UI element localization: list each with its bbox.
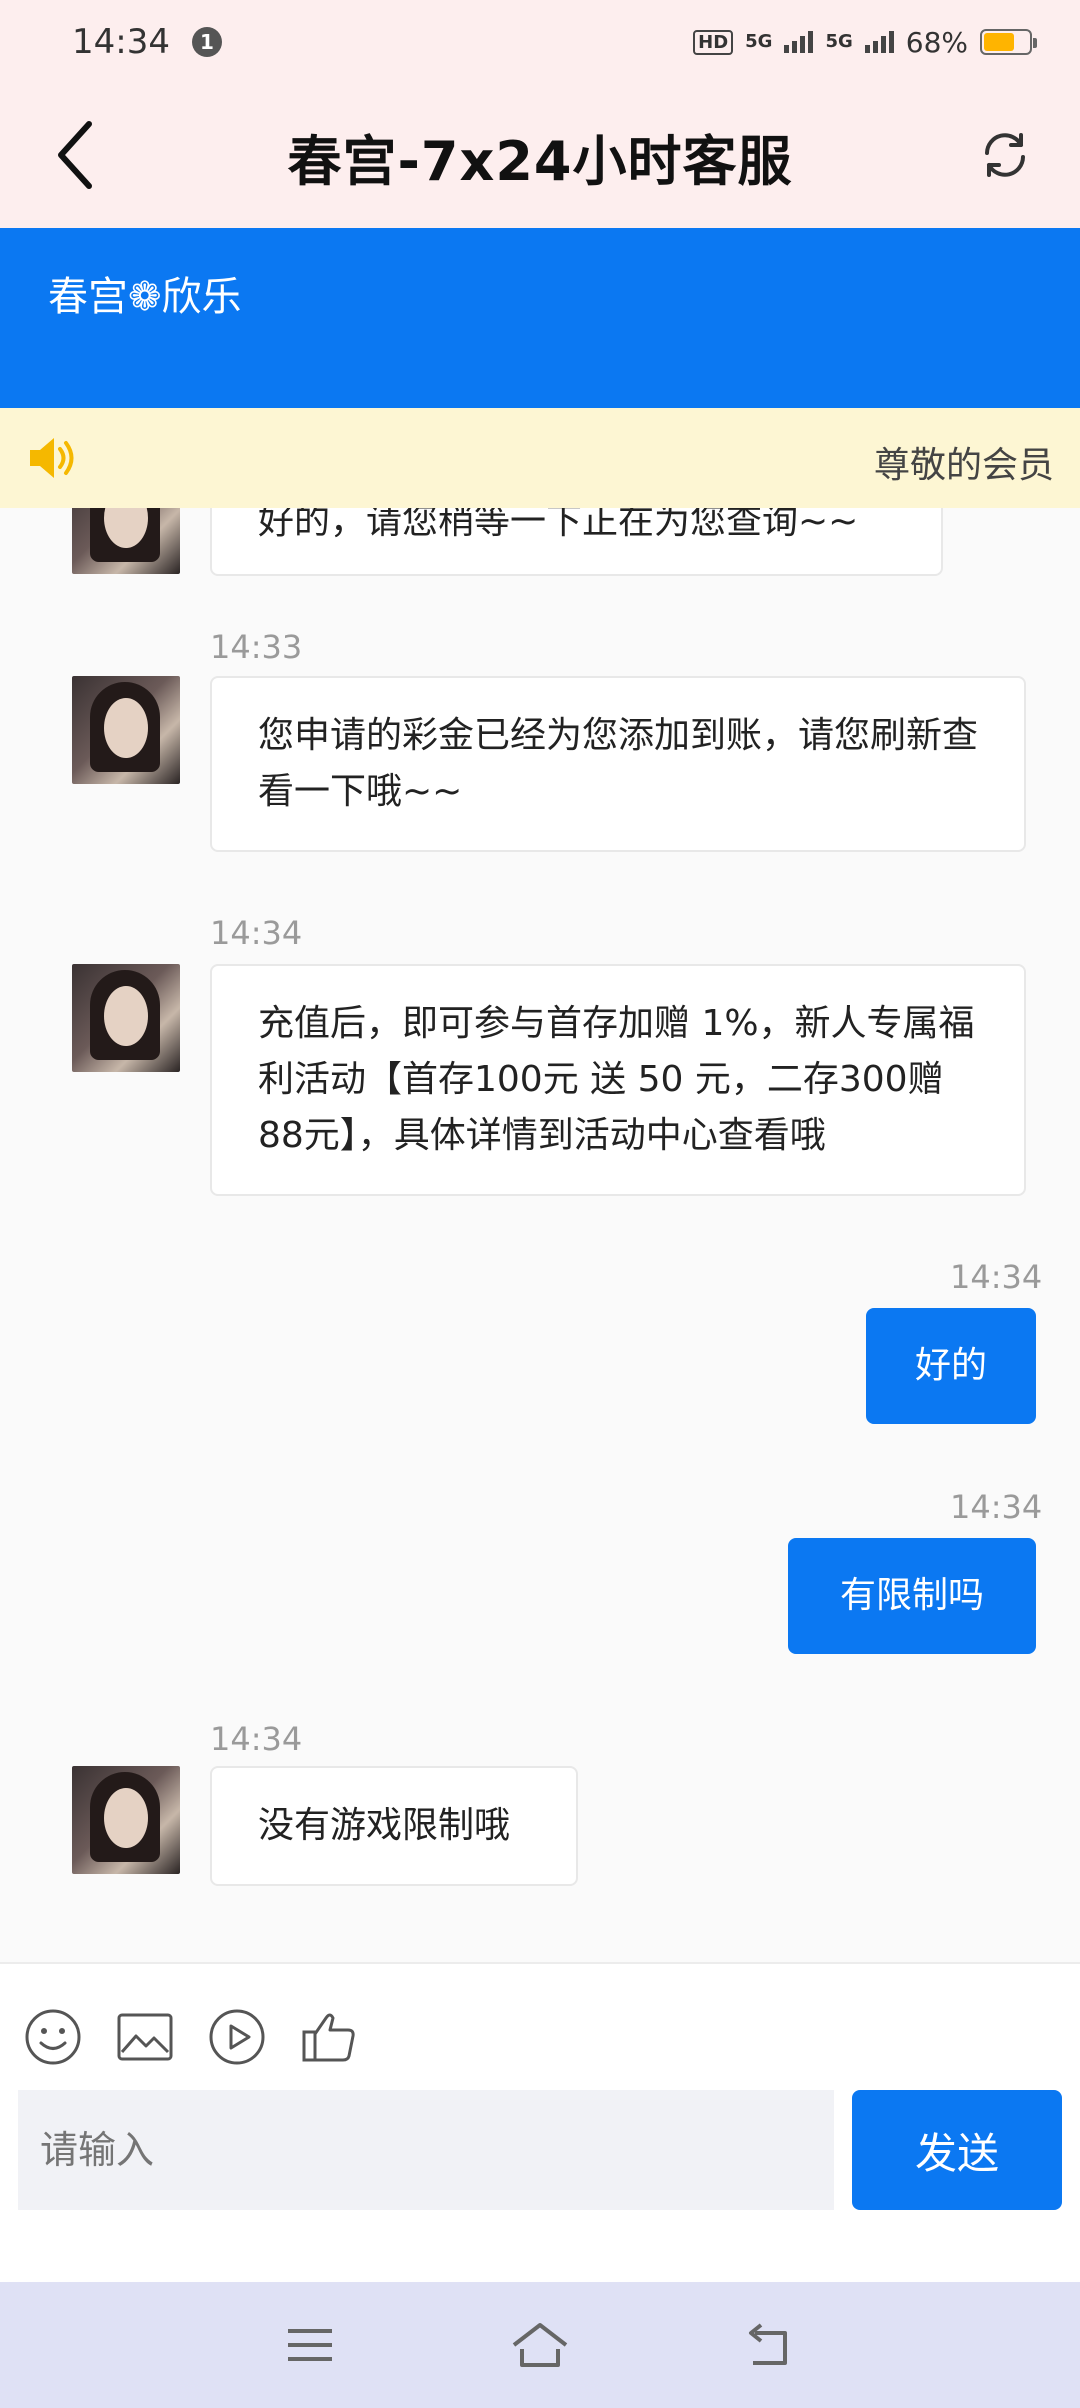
message-time: 14:34 (950, 1258, 1043, 1296)
signal-icon (784, 31, 814, 53)
message-time: 14:34 (950, 1488, 1043, 1526)
signal-icon-2 (864, 31, 894, 53)
message-bubble: 充值后，即可参与首存加赠 1%，新人专属福利活动【首存100元 送 50 元，二… (210, 964, 1026, 1196)
battery-percent: 68% (905, 25, 968, 59)
play-icon[interactable] (208, 2008, 266, 2066)
message-time: 14:34 (210, 1720, 303, 1758)
system-nav-bar (0, 2282, 1080, 2408)
message-bubble: 好的，请您稍等一下正在为您查询~~ (210, 508, 943, 576)
message-list[interactable]: 好的，请您稍等一下正在为您查询~~ 14:33 您申请的彩金已经为您添加到账，请… (0, 508, 1080, 1962)
page-title: 春宫-7x24小时客服 (287, 129, 793, 193)
notification-badge: 1 (191, 27, 222, 57)
chat-screen: 14:34 1 HD 5G 5G 68% 春宫-7x24小时客服 春宫❁欣乐 尊… (0, 0, 1080, 2408)
agent-avatar[interactable] (72, 508, 180, 574)
status-time: 14:34 (72, 22, 170, 62)
menu-icon[interactable] (280, 2315, 340, 2375)
notice-bar[interactable]: 尊敬的会员 (0, 408, 1080, 508)
network-5g-label-2: 5G (825, 31, 853, 52)
message-time: 14:34 (210, 914, 303, 952)
smiley-icon[interactable] (24, 2008, 82, 2066)
network-5g-label: 5G (745, 31, 773, 52)
brand-name: 春宫❁欣乐 (48, 274, 242, 320)
send-button[interactable]: 发送 (852, 2090, 1062, 2210)
speaker-icon (26, 430, 82, 486)
message-bubble: 您申请的彩金已经为您添加到账，请您刷新查看一下哦~~ (210, 676, 1026, 852)
chevron-left-icon[interactable] (40, 120, 110, 190)
image-icon[interactable] (116, 2008, 174, 2066)
thumbs-up-icon[interactable] (300, 2008, 358, 2066)
composer-toolbar (24, 2008, 358, 2066)
battery-icon (980, 29, 1037, 55)
agent-avatar[interactable] (72, 676, 180, 784)
composer-panel: 发送 (0, 1962, 1080, 2282)
message-input[interactable] (18, 2090, 834, 2210)
message-time: 14:33 (210, 628, 303, 666)
refresh-icon[interactable] (970, 120, 1040, 190)
status-icons: HD 5G 5G 68% (693, 25, 1037, 59)
hd-icon: HD (693, 29, 734, 55)
brand-banner: 春宫❁欣乐 (0, 228, 1080, 408)
message-bubble: 没有游戏限制哦 (210, 1766, 578, 1886)
message-bubble-user: 有限制吗 (788, 1538, 1036, 1654)
title-bar: 春宫-7x24小时客服 (0, 84, 1080, 228)
agent-avatar[interactable] (72, 964, 180, 1072)
status-bar: 14:34 1 HD 5G 5G 68% (0, 0, 1080, 84)
agent-avatar[interactable] (72, 1766, 180, 1874)
home-icon[interactable] (510, 2315, 570, 2375)
message-bubble-user: 好的 (866, 1308, 1036, 1424)
back-icon[interactable] (740, 2315, 800, 2375)
notice-text: 尊敬的会员 (874, 445, 1055, 486)
